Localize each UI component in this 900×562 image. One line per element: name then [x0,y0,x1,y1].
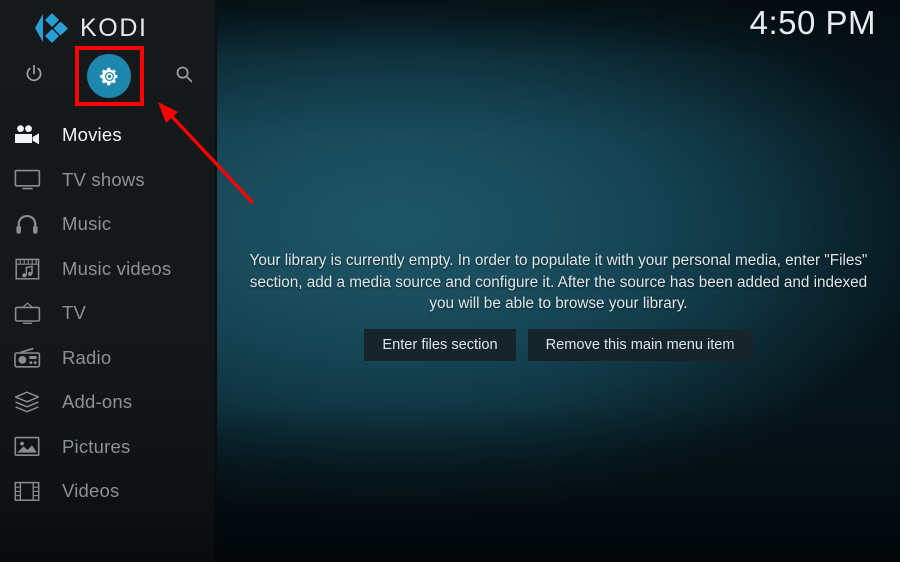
power-button[interactable] [8,50,60,102]
addon-box-icon [12,389,42,415]
sidebar-item-label: Radio [62,346,112,368]
sidebar-item-label: Music videos [62,257,172,279]
app-title: KODI [80,13,148,42]
kodi-window: 4:50 PM Your library is currently empty.… [0,0,900,562]
power-icon [23,63,45,90]
sidebar-item-radio[interactable]: Radio [0,336,217,381]
app-logo: KODI [0,8,217,48]
sidebar-item-tv-shows[interactable]: TV shows [0,158,217,203]
settings-gear-button[interactable] [83,50,135,102]
kodi-diamond-logo-icon [34,12,70,44]
empty-library-message: Your library is currently empty. In orde… [249,252,868,312]
search-icon [173,63,195,90]
headphones-icon [12,211,42,237]
main-menu: Movies TV shows Music Music videos TV Ra… [0,113,217,514]
filmstrip-icon [12,478,42,504]
sidebar-item-videos[interactable]: Videos [0,469,217,514]
sidebar-item-add-ons[interactable]: Add-ons [0,380,217,425]
sidebar-item-label: Music [62,213,112,235]
radio-icon [12,345,42,371]
sidebar-item-music[interactable]: Music [0,202,217,247]
picture-icon [12,434,42,460]
sidebar-item-movies[interactable]: Movies [0,113,217,158]
gear-icon [87,54,131,98]
sidebar-item-label: Movies [62,124,122,146]
sidebar-item-label: Add-ons [62,391,133,413]
main-content: Your library is currently empty. In orde… [217,0,900,562]
television-icon [12,167,42,193]
sidebar-item-label: TV [62,302,87,324]
sidebar-item-label: Videos [62,480,120,502]
remove-main-menu-item-button[interactable]: Remove this main menu item [527,328,753,361]
enter-files-section-button[interactable]: Enter files section [364,328,516,361]
clock: 4:50 PM [749,4,876,41]
movie-camera-icon [12,122,42,148]
sidebar-top-actions [0,50,217,102]
action-button-row: Enter files section Remove this main men… [364,328,753,361]
crt-tv-icon [12,300,42,326]
sidebar-item-label: TV shows [62,168,145,190]
sidebar-item-pictures[interactable]: Pictures [0,425,217,470]
sidebar-item-tv[interactable]: TV [0,291,217,336]
search-button[interactable] [158,50,210,102]
sidebar: KODI Movies TV shows Music Music videos … [0,0,217,562]
music-video-icon [12,256,42,282]
sidebar-item-music-videos[interactable]: Music videos [0,247,217,292]
sidebar-item-label: Pictures [62,435,131,457]
